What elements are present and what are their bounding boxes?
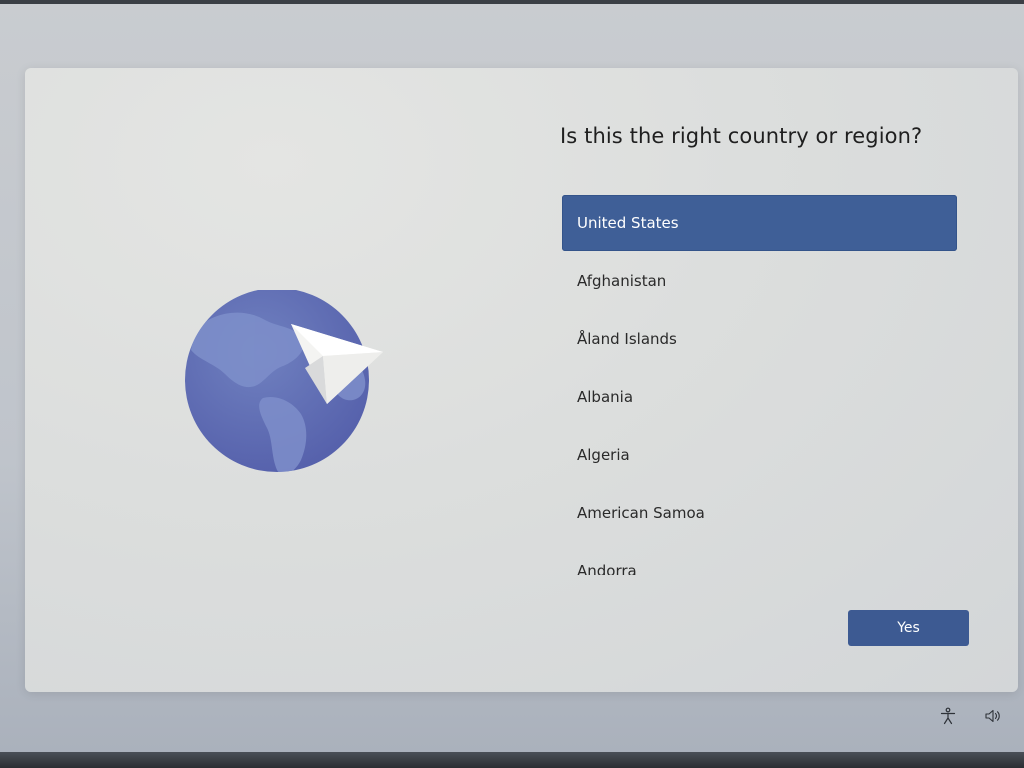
setup-card: Is this the right country or region? Uni… [25, 68, 1018, 692]
accessibility-icon[interactable] [937, 705, 959, 727]
country-item-aland-islands[interactable]: Åland Islands [562, 311, 957, 367]
country-item-united-states[interactable]: United States [562, 195, 957, 251]
globe-paper-plane-icon [185, 288, 445, 550]
volume-icon[interactable] [982, 705, 1004, 727]
globe-illustration [185, 288, 383, 472]
country-list[interactable]: United States Afghanistan Åland Islands … [562, 195, 957, 575]
yes-button[interactable]: Yes [848, 610, 969, 646]
country-item-american-samoa[interactable]: American Samoa [562, 485, 957, 541]
country-item-afghanistan[interactable]: Afghanistan [562, 253, 957, 309]
screen-top-bezel [0, 0, 1024, 4]
country-item-andorra[interactable]: Andorra [562, 543, 957, 575]
country-item-algeria[interactable]: Algeria [562, 427, 957, 483]
screen-bottom-bezel [0, 752, 1024, 768]
page-title: Is this the right country or region? [560, 124, 923, 148]
country-item-albania[interactable]: Albania [562, 369, 957, 425]
